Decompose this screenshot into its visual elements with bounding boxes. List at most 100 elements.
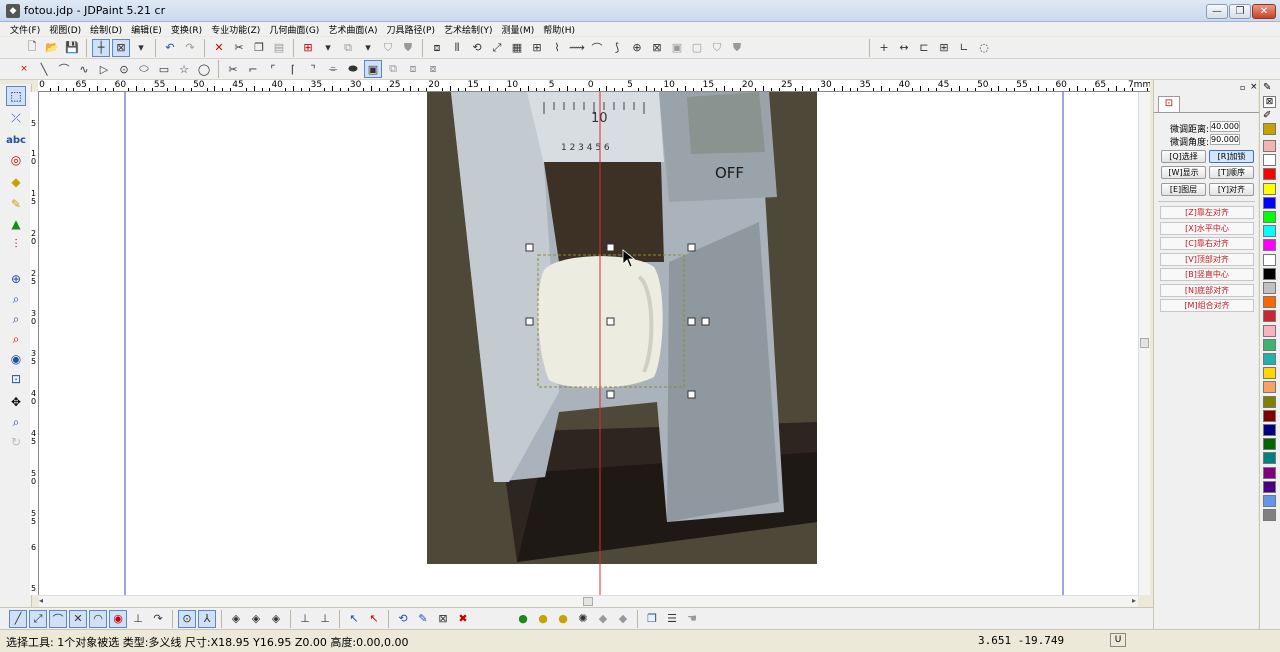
color-tool-icon[interactable]: ▲ [6,214,26,234]
select-tool-icon[interactable]: ⬚ [6,86,26,106]
text-tool-icon[interactable]: abc [6,130,26,150]
menu-item[interactable]: 刀具路径(P) [387,23,435,36]
scissor-icon[interactable]: ✂ [224,60,242,78]
palette-pattern-icon[interactable] [1263,123,1276,135]
measure-area-icon[interactable]: ⊞ [935,39,953,57]
zoom-icon[interactable]: ⌕ [6,412,26,432]
panel-tab-icon[interactable]: ⊡ [1158,96,1180,112]
copy-view-icon[interactable]: ❐ [643,610,661,628]
cut-icon[interactable]: ✂ [230,39,248,57]
fine-distance-input[interactable]: 40.000 [1210,121,1240,132]
show-button[interactable]: [W]显示 [1161,166,1206,179]
box-select-icon[interactable]: ⊠ [112,38,130,57]
light4-icon[interactable]: ✺ [574,610,592,628]
color-swatch[interactable] [1263,296,1276,309]
matrix-icon[interactable]: ⊞ [528,39,546,57]
fine-angle-input[interactable]: 90.000 [1210,134,1240,145]
menu-item[interactable]: 绘制(D) [90,23,122,36]
grid-tool-icon[interactable]: ⊕ [628,39,646,57]
snap-intersect-icon[interactable]: ✕ [69,609,87,628]
chamfer2-icon[interactable]: ⌈ [284,60,302,78]
shield2-icon[interactable]: ⛊ [399,39,417,57]
polyline-icon[interactable]: ▷ [95,60,113,78]
align-group-button[interactable]: [M]组合对齐 [1160,299,1254,312]
horizontal-scroll-thumb[interactable] [583,597,593,606]
rotate-icon[interactable]: ⟲ [394,610,412,628]
order-button[interactable]: [T]顺序 [1209,166,1254,179]
spline-icon[interactable]: ∿ [75,60,93,78]
color-swatch[interactable] [1263,466,1276,479]
color-swatch[interactable] [1263,182,1276,195]
cascade-icon[interactable]: ⧉ [384,60,402,78]
chamfer-icon[interactable]: ⌜ [264,60,282,78]
menu-item[interactable]: 几何曲面(G) [269,23,319,36]
line-icon[interactable]: ╲ [35,60,53,78]
open-folder-icon[interactable]: 📂 [43,39,61,57]
menu-item[interactable]: 视图(D) [49,23,81,36]
snap-tangent-icon[interactable]: ⌒ [49,609,67,628]
measure-tool-icon[interactable]: ⫶ [6,234,26,254]
array-icon[interactable]: ▦ [508,39,526,57]
cursor-x-icon[interactable]: ↖ [365,610,383,628]
light3-icon[interactable]: ● [554,610,572,628]
color-swatch[interactable] [1263,395,1276,408]
copy-icon[interactable]: ❐ [250,39,268,57]
color-swatch[interactable] [1263,338,1276,351]
light1-icon[interactable]: ● [514,610,532,628]
slot-icon[interactable]: ⬬ [344,60,362,78]
mirror-icon[interactable]: ⫴ [448,39,466,57]
scroll-left-icon[interactable]: ◂ [39,596,43,605]
measure-distance-icon[interactable]: ↔ [895,39,913,57]
layers-icon[interactable]: ☰ [663,610,681,628]
menu-item[interactable]: 编辑(E) [131,23,162,36]
ellipse-icon[interactable]: ⬭ [135,60,153,78]
point-icon[interactable]: × [15,60,33,78]
select-button[interactable]: [Q]选择 [1161,150,1206,163]
color-swatch[interactable] [1263,154,1276,167]
menu-item[interactable]: 艺术曲面(A) [328,23,377,36]
group-dropdown-icon[interactable]: ▾ [359,39,377,57]
pan-icon[interactable]: ✥ [6,392,26,412]
zoom-in-icon[interactable]: ⊕ [6,269,26,289]
color-swatch[interactable] [1263,253,1276,266]
extend-icon[interactable]: ⟿ [568,39,586,57]
panel-pin-icon[interactable]: ▫ [1240,83,1245,92]
trim-icon[interactable]: ⌇ [548,39,566,57]
insert-icon[interactable]: ⊞ [299,39,317,57]
color-swatch[interactable] [1263,509,1276,522]
offset-icon[interactable]: ⟆ [608,39,626,57]
menu-item[interactable]: 文件(F) [10,23,40,36]
color-swatch[interactable] [1263,267,1276,280]
polygon-icon[interactable]: ◯ [195,60,213,78]
node-edit-icon[interactable]: ⤫ [6,108,26,128]
eye-icon[interactable]: ◉ [6,349,26,369]
lock-button[interactable]: [R]加锁 [1209,150,1254,163]
rotate-view-icon[interactable]: ↻ [6,432,26,452]
zoom-window-icon[interactable]: ⌕ [6,289,26,309]
point-select-icon[interactable]: ┼ [92,38,110,57]
frame-icon[interactable]: ▣ [364,60,382,78]
snap-line-icon[interactable]: ╱ [9,609,27,628]
align-left-button[interactable]: [Z]靠左对齐 [1160,206,1254,219]
shield3-icon[interactable]: ⛉ [708,39,726,57]
insert-dropdown-icon[interactable]: ▾ [319,39,337,57]
align-button[interactable]: [Y]对齐 [1209,183,1254,196]
measure-angle-icon[interactable]: ⊏ [915,39,933,57]
pen-tool-icon[interactable]: ✎ [6,194,26,214]
drawing-canvas[interactable]: OFF 10 1 2 3 4 5 6 [39,92,1138,595]
fillet2-icon[interactable]: ⌝ [304,60,322,78]
node-icon[interactable]: ⧈ [428,39,446,57]
align-hcenter-button[interactable]: [X]水平中心 [1160,222,1254,235]
color-swatch[interactable] [1263,196,1276,209]
align-bottom-button[interactable]: [N]底部对齐 [1160,284,1254,297]
color-swatch[interactable] [1263,211,1276,223]
color-swatch[interactable] [1263,239,1276,252]
color-swatch[interactable] [1263,480,1276,493]
color-swatch[interactable] [1263,324,1276,337]
shape-tool-icon[interactable]: ◎ [6,150,26,170]
menu-item[interactable]: 变换(R) [171,23,202,36]
cancel-icon[interactable]: ✖ [454,610,472,628]
vertical-scrollbar[interactable] [1138,92,1150,595]
shield-icon[interactable]: ⛉ [379,39,397,57]
grid-node-icon[interactable]: ◈ [247,610,265,628]
